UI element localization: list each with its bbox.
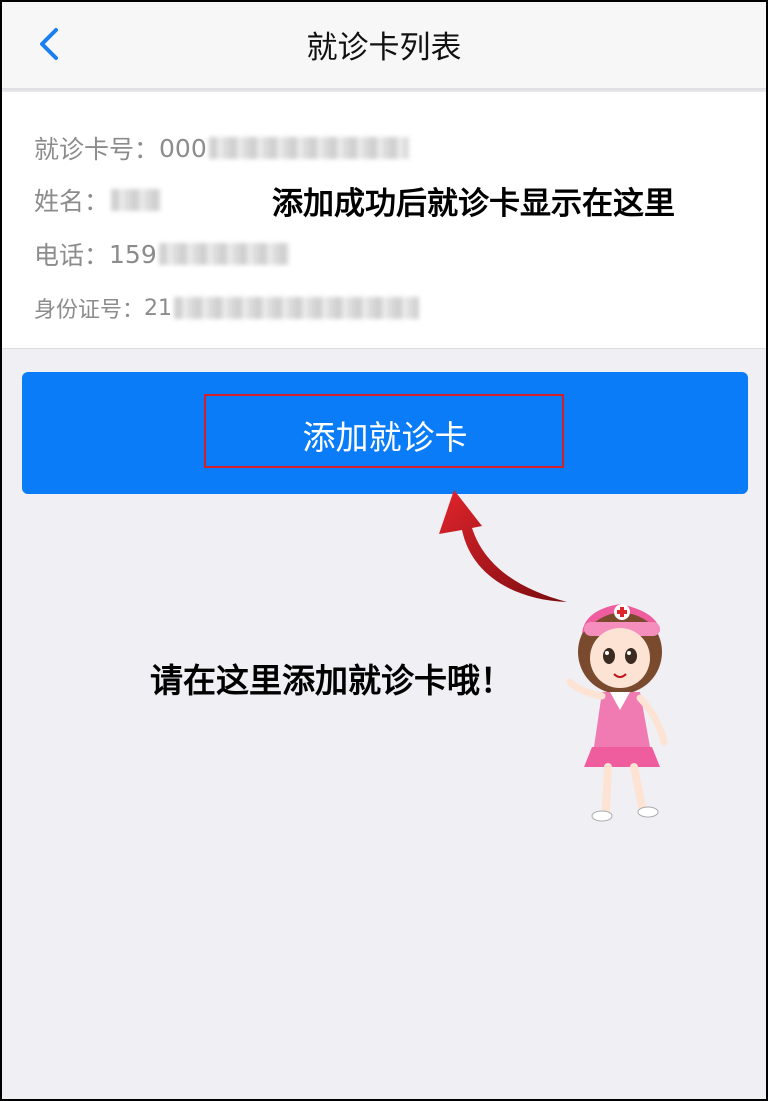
phone-mask bbox=[158, 243, 289, 265]
add-card-label: 添加就诊卡 bbox=[302, 418, 468, 457]
screen: 就诊卡列表 就诊卡号： 000 姓名： 电话： 159 身份证号： 21 添加成… bbox=[0, 0, 768, 1101]
id-row: 身份证号： 21 bbox=[34, 292, 420, 324]
phone-label: 电话： bbox=[34, 241, 110, 270]
name-row: 姓名： bbox=[34, 182, 162, 218]
id-mask bbox=[174, 297, 420, 319]
hint-text: 请在这里添加就诊卡哦！ bbox=[150, 661, 513, 700]
card-number-row: 就诊卡号： 000 bbox=[34, 130, 409, 166]
card-number-mask bbox=[208, 137, 409, 159]
phone-row: 电话： 159 bbox=[34, 236, 289, 272]
card-number-value: 000 bbox=[159, 133, 207, 163]
id-label: 身份证号： bbox=[34, 298, 145, 323]
id-value: 21 bbox=[144, 295, 173, 321]
card-display-note: 添加成功后就诊卡显示在这里 bbox=[272, 186, 675, 222]
nurse-mascot-icon bbox=[566, 604, 668, 822]
card-number-label: 就诊卡号： bbox=[34, 135, 160, 164]
page-title: 就诊卡列表 bbox=[306, 30, 462, 66]
name-mask bbox=[111, 189, 162, 211]
name-label: 姓名： bbox=[34, 187, 110, 216]
nav-bar: 就诊卡列表 bbox=[2, 2, 766, 89]
phone-value: 159 bbox=[109, 239, 157, 269]
add-card-button[interactable]: 添加就诊卡 bbox=[22, 372, 748, 494]
